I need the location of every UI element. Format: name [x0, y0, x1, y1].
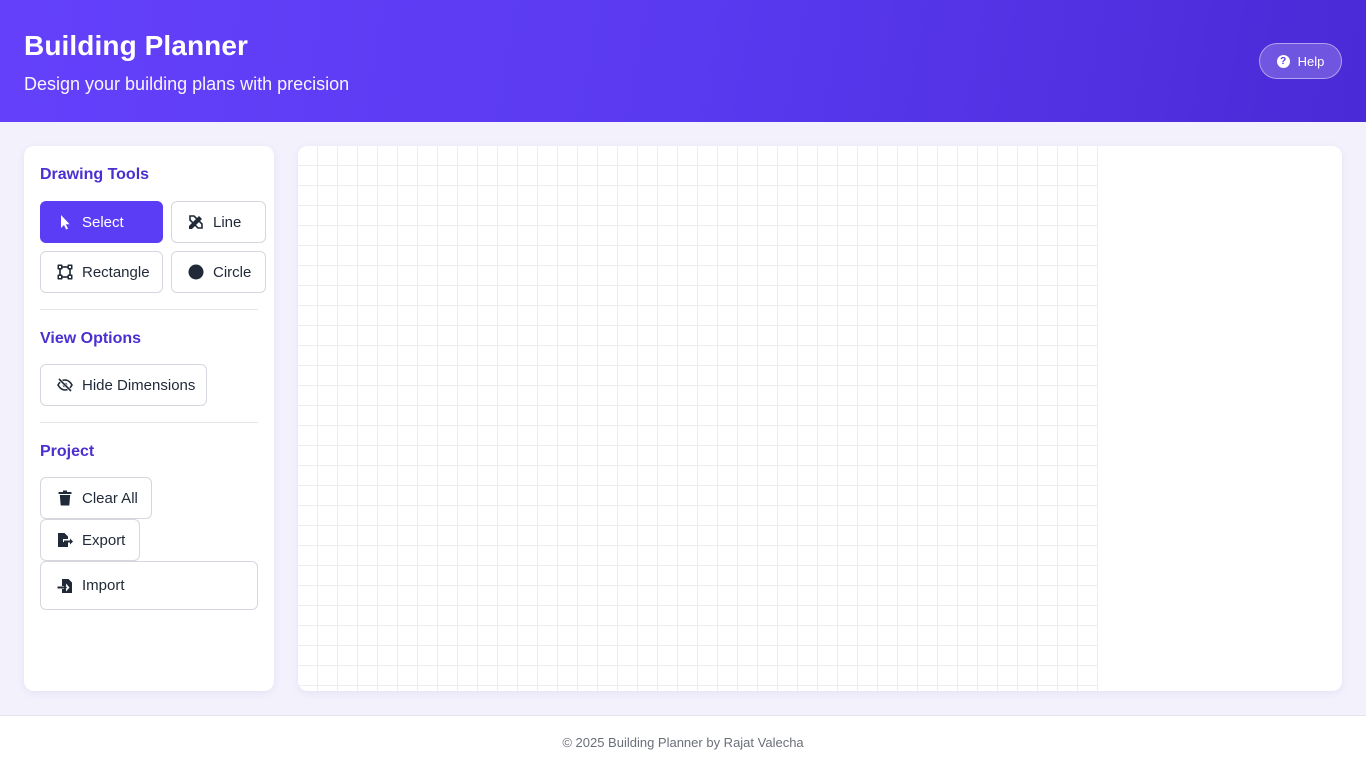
view-options-title: View Options — [40, 330, 142, 347]
hide-dimensions-label: Hide Dimensions — [82, 376, 196, 394]
pencil-ruler-icon — [189, 215, 203, 229]
file-export-icon — [58, 533, 73, 547]
select-tool-button[interactable]: Select — [40, 201, 163, 243]
section-divider — [40, 422, 258, 423]
drawing-canvas[interactable] — [298, 146, 1098, 691]
cursor-icon — [61, 215, 70, 230]
line-tool-button[interactable]: Line — [171, 201, 266, 243]
import-label: Import — [82, 577, 125, 594]
help-button[interactable]: ? Help — [1259, 43, 1342, 79]
app-subtitle: Design your building plans with precisio… — [24, 74, 350, 94]
clear-all-button[interactable]: Clear All — [40, 477, 152, 519]
export-button[interactable]: Export — [40, 519, 140, 561]
eye-slash-icon — [57, 377, 73, 393]
circle-tool-button[interactable]: Circle — [171, 251, 266, 293]
export-label: Export — [82, 531, 126, 549]
app-header: Building Planner Design your building pl… — [0, 0, 1366, 122]
file-import-icon — [57, 578, 72, 593]
hide-dimensions-button[interactable]: Hide Dimensions — [40, 364, 207, 406]
circle-tool-label: Circle — [213, 263, 252, 281]
trash-icon — [58, 490, 72, 506]
help-button-label: Help — [1297, 53, 1325, 69]
footer-text: © 2025 Building Planner by Rajat Valecha — [562, 734, 804, 750]
rectangle-tool-label: Rectangle — [82, 263, 150, 281]
app-title: Building Planner — [24, 30, 249, 61]
drawing-canvas-panel — [298, 146, 1342, 691]
section-divider — [40, 309, 258, 310]
app-footer: © 2025 Building Planner by Rajat Valecha — [0, 715, 1366, 768]
drawing-tools-title: Drawing Tools — [40, 166, 150, 183]
select-tool-label: Select — [82, 213, 124, 231]
circle-icon — [188, 264, 204, 280]
line-tool-label: Line — [213, 213, 242, 231]
tools-sidebar: Drawing Tools Select Line Rectangle Circ… — [24, 146, 274, 691]
project-title: Project — [40, 443, 95, 460]
vector-square-icon — [57, 264, 73, 280]
import-button[interactable]: Import — [40, 561, 258, 610]
rectangle-tool-button[interactable]: Rectangle — [40, 251, 163, 293]
clear-all-label: Clear All — [82, 489, 138, 507]
question-circle-icon: ? — [1276, 54, 1290, 68]
